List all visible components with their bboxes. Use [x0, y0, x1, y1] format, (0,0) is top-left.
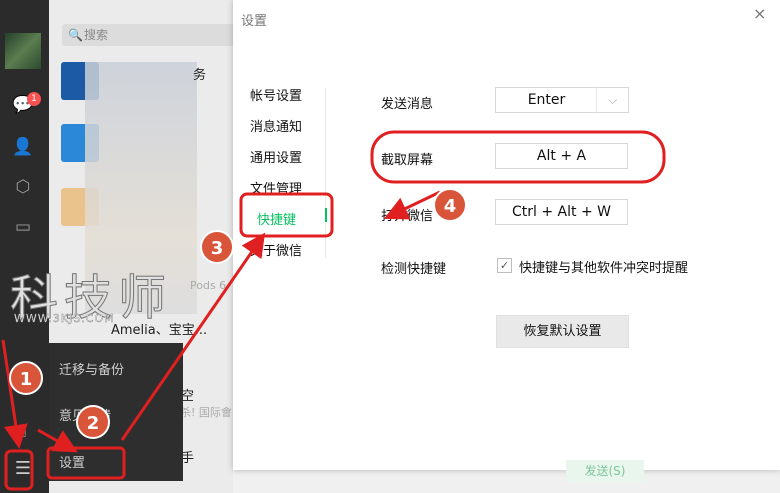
nav-files[interactable]: 文件管理 [250, 178, 302, 197]
send-shortcut-field[interactable]: Enter [495, 87, 598, 113]
conflict-checkbox[interactable]: ✓ [497, 258, 512, 273]
dialog-title: 设置 [241, 14, 268, 29]
open-shortcut-field[interactable]: Ctrl + Alt + W [495, 199, 628, 225]
favorites-icon[interactable]: ⬡ [12, 176, 34, 198]
unread-badge: 1 [27, 92, 41, 106]
send-label: 发送消息 [381, 97, 434, 112]
step-callout-4: 4 [433, 188, 467, 222]
screenshot-shortcut-field[interactable]: Alt + A [495, 143, 628, 169]
nav-account[interactable]: 帐号设置 [250, 85, 302, 104]
settings-dialog: 设置 × 帐号设置 消息通知 通用设置 文件管理 快捷键 关于微信 发送消息 E… [233, 0, 780, 470]
settings-menu: 迁移与备份 意见反馈 设置 [49, 343, 183, 481]
close-icon[interactable]: × [753, 4, 766, 23]
folder-icon[interactable]: ▭ [12, 216, 34, 238]
nav-general[interactable]: 通用设置 [250, 147, 302, 166]
sidebar: 💬 1 👤 ⬡ ▭ ▯ ☰ [0, 0, 49, 493]
conflict-checkbox-label: 快捷键与其他软件冲突时提醒 [519, 261, 689, 276]
screenshot-label: 截取屏幕 [381, 153, 434, 168]
nav-shortcuts[interactable]: 快捷键 [257, 209, 296, 228]
chat-title: Pods 6 [190, 279, 227, 292]
step-callout-3: 3 [200, 230, 234, 264]
chat-preview: 杀! 国际會 [180, 406, 232, 419]
menu-item-settings[interactable]: 设置 [59, 452, 85, 471]
chevron-down-icon[interactable]: ⌵ [596, 87, 629, 113]
phone-icon[interactable]: ▯ [12, 420, 34, 442]
menu-icon[interactable]: ☰ [12, 458, 34, 480]
restore-defaults-button[interactable]: 恢复默认设置 [496, 315, 629, 348]
step-callout-1: 1 [9, 361, 43, 395]
nav-divider [325, 88, 326, 258]
chat-title: 务 [193, 68, 207, 83]
open-label: 打开微信 [381, 209, 434, 224]
step-callout-2: 2 [76, 405, 110, 439]
search-icon: 🔍 [68, 28, 83, 42]
nav-about[interactable]: 关于微信 [250, 240, 302, 259]
send-button[interactable]: 发送(S) [566, 460, 644, 482]
detect-label: 检测快捷键 [381, 262, 447, 277]
nav-notifications[interactable]: 消息通知 [250, 116, 302, 135]
nav-active-indicator [325, 208, 327, 222]
avatar[interactable] [5, 33, 41, 69]
search-input[interactable]: 🔍 搜索 [62, 24, 234, 46]
menu-item-backup[interactable]: 迁移与备份 [59, 359, 124, 378]
watermark-url: WWW.3KJS.COM [14, 312, 115, 325]
search-placeholder: 搜索 [84, 28, 109, 42]
contacts-icon[interactable]: 👤 [12, 136, 34, 158]
